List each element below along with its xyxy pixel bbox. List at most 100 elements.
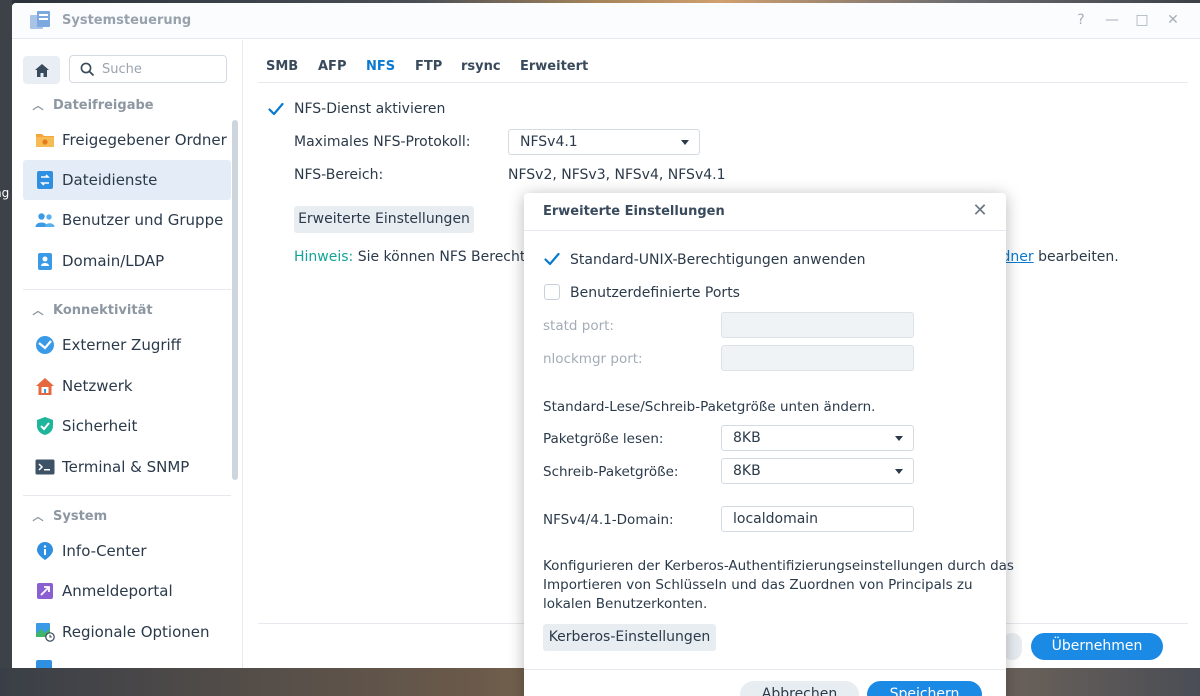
sidebar-item-anmeldeportal[interactable]: Anmeldeportal [23,571,231,611]
sidebar-item-dateidienste[interactable]: Dateidienste [23,160,231,200]
desktop-label-fragment: ng [0,186,10,200]
hint-text-end: rdner bearbeiten. [996,249,1119,265]
section-label: System [53,508,108,524]
close-icon[interactable]: ✕ [970,201,990,221]
nfs-domain-input[interactable] [721,506,914,532]
dialog-header[interactable]: Erweiterte Einstellungen ✕ [524,193,1006,231]
sidebar-item-label: Sicherheit [62,417,138,435]
sidebar-divider [23,289,231,290]
chevron-down-icon [895,469,903,474]
sidebar-item-benutzer-gruppe[interactable]: Benutzer und Gruppe [23,200,231,240]
sidebar-item-label: Benutzer und Gruppe [62,211,224,229]
nfs-enable-label: NFS-Dienst aktivieren [294,101,446,117]
dialog-title: Erweiterte Einstellungen [543,204,725,219]
sidebar-item-terminal-snmp[interactable]: Terminal & SNMP [23,447,231,487]
external-access-icon [35,335,55,355]
network-house-icon [35,376,55,396]
maximize-icon[interactable]: □ [1133,11,1151,29]
dialog-footer-divider [524,669,1006,670]
chevron-up-icon: ︿ [32,99,44,112]
write-size-select[interactable]: 8KB [721,458,914,484]
nfs-range-label: NFS-Bereich: [294,167,384,183]
help-icon[interactable]: ? [1072,11,1090,29]
custom-ports-checkbox[interactable] [544,284,560,300]
control-panel-icon [30,11,50,29]
tab-rsync[interactable]: rsync [461,59,501,74]
file-services-icon [35,170,55,190]
hint-text-start: Sie können NFS Berechtigu [357,249,548,265]
home-button[interactable] [23,56,60,84]
sidebar-item-externer-zugriff[interactable]: Externer Zugriff [23,325,231,365]
section-label: Dateifreigabe [53,97,154,113]
read-size-label: Paketgröße lesen: [543,431,664,447]
nfs-enable-checkbox[interactable] [267,100,285,118]
hint-text-end-label: bearbeiten. [1038,249,1119,265]
sidebar-item-regionale-optionen[interactable]: Regionale Optionen [23,612,231,652]
shield-icon [35,416,55,436]
hint-key: Hinweis: [294,249,354,265]
advanced-settings-dialog: Erweiterte Einstellungen ✕ Standard-UNIX… [524,193,1014,696]
write-size-label: Schreib-Paketgröße: [543,464,679,480]
nfs-domain-label: NFSv4/4.1-Domain: [543,512,674,528]
next-item-icon-partial [36,660,52,668]
sidebar-item-domain-ldap[interactable]: Domain/LDAP [23,241,231,281]
sidebar-item-sicherheit[interactable]: Sicherheit [23,406,231,446]
login-portal-icon [35,581,55,601]
sidebar-scrollbar[interactable] [232,120,238,480]
shared-folder-icon [35,130,55,150]
read-size-value: 8KB [733,430,761,446]
max-protocol-select[interactable]: NFSv4.1 [508,129,700,155]
sidebar-item-label: Netzwerk [62,377,133,395]
unix-permissions-checkbox[interactable] [543,250,561,268]
sidebar-item-netzwerk[interactable]: Netzwerk [23,366,231,406]
save-button[interactable]: Speichern [867,681,982,696]
search-field[interactable] [69,55,227,83]
tab-smb[interactable]: SMB [266,59,298,74]
cancel-button[interactable]: Abbrechen [740,681,859,696]
desktop-background-left [0,0,12,696]
section-system[interactable]: ︿ System [23,503,231,529]
kerberos-description-line-1: Konfigurieren der Kerberos-Authentifizie… [543,558,1014,574]
nlockmgr-port-input[interactable] [721,345,914,371]
home-icon [34,63,49,77]
section-konnektivitaet[interactable]: ︿ Konnektivität [23,297,231,323]
chevron-up-icon: ︿ [32,304,44,317]
kerberos-description-line-2: Importieren von Schlüsseln und das Zuord… [543,577,973,593]
kerberos-settings-button[interactable]: Kerberos-Einstellungen [543,624,716,651]
tab-nfs[interactable]: NFS [366,59,395,74]
close-window-icon[interactable]: ✕ [1164,11,1182,29]
sidebar-item-info-center[interactable]: Info-Center [23,531,231,571]
nlockmgr-port-label: nlockmgr port: [543,351,643,367]
tab-afp[interactable]: AFP [318,59,346,74]
unix-permissions-label: Standard-UNIX-Berechtigungen anwenden [570,252,866,268]
apply-button[interactable]: Übernehmen [1031,633,1163,660]
sidebar-item-label: Info-Center [62,542,147,560]
statd-port-label: statd port: [543,318,614,334]
tab-erweitert[interactable]: Erweitert [520,59,588,74]
hint-text: Hinweis: Sie können NFS Berechtigu [294,249,547,265]
chevron-down-icon [681,140,689,145]
search-input[interactable] [102,60,220,78]
sidebar-item-label: Domain/LDAP [62,252,165,270]
section-dateifreigabe[interactable]: ︿ Dateifreigabe [23,92,231,118]
sidebar-item-label: Regionale Optionen [62,623,210,641]
minimize-icon[interactable]: — [1103,11,1121,29]
service-tabs: SMB AFP NFS FTP rsync Erweitert [258,47,1188,83]
packet-size-heading: Standard-Lese/Schreib-Paketgröße unten ä… [543,399,876,415]
title-bar[interactable]: Systemsteuerung ? — □ ✕ [12,3,1200,39]
sidebar-item-label: Dateidienste [62,171,158,189]
write-size-value: 8KB [733,463,761,479]
terminal-icon [35,457,55,477]
users-group-icon [35,210,55,230]
statd-port-input[interactable] [721,312,914,338]
advanced-settings-button[interactable]: Erweiterte Einstellungen [294,206,474,233]
sidebar-item-label: Terminal & SNMP [62,458,190,476]
chevron-up-icon: ︿ [32,510,44,523]
sidebar-item-freigegebener-ordner[interactable]: Freigegebener Ordner [23,120,231,160]
read-size-select[interactable]: 8KB [721,425,914,451]
custom-ports-label: Benutzerdefinierte Ports [570,285,740,301]
max-protocol-value: NFSv4.1 [520,134,578,150]
tab-ftp[interactable]: FTP [415,59,442,74]
domain-ldap-icon [35,251,55,271]
max-protocol-label: Maximales NFS-Protokoll: [294,134,471,150]
